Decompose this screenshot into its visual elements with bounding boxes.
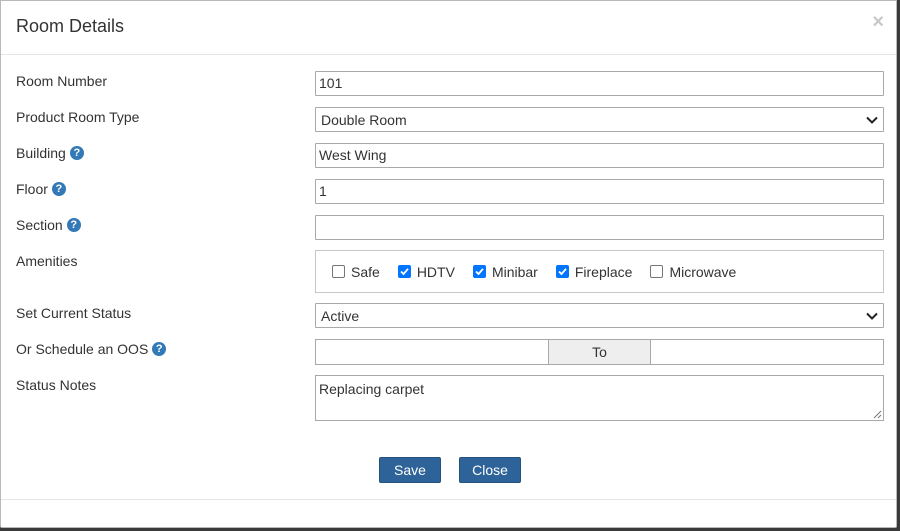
product-room-type-label: Product Room Type xyxy=(16,109,139,125)
help-icon[interactable]: ? xyxy=(66,218,81,232)
room-details-dialog: Room Details × Room Number 101 Product R… xyxy=(0,0,897,528)
status-notes-value: Replacing carpet xyxy=(319,381,425,397)
product-room-type-value: Double Room xyxy=(321,111,407,128)
current-status-label: Set Current Status xyxy=(16,305,131,321)
fireplace-checkbox[interactable] xyxy=(555,265,569,278)
amenities-group: Safe HDTV Minibar Fireplace Microwave xyxy=(315,250,884,293)
amenity-fireplace[interactable]: Fireplace xyxy=(555,263,633,280)
checkmark-icon xyxy=(400,268,409,276)
amenity-safe[interactable]: Safe xyxy=(332,264,380,280)
dialog-title: Room Details xyxy=(16,16,125,36)
amenity-minibar[interactable]: Minibar xyxy=(472,263,538,280)
amenity-label: Safe xyxy=(351,263,380,280)
floor-label-text: Floor xyxy=(16,181,48,197)
amenity-hdtv[interactable]: HDTV xyxy=(397,263,455,280)
oos-to-label: To xyxy=(592,344,607,360)
room-number-label: Room Number xyxy=(16,73,107,89)
microwave-checkbox[interactable] xyxy=(650,265,664,278)
chevron-down-icon xyxy=(866,312,878,320)
building-label-text: Building xyxy=(16,145,66,161)
building-label: Building ? xyxy=(16,145,84,161)
room-number-label-text: Room Number xyxy=(16,73,108,89)
help-icon[interactable]: ? xyxy=(51,182,66,196)
amenity-label: Minibar xyxy=(491,263,538,280)
section-label: Section ? xyxy=(16,217,81,233)
minibar-checkbox[interactable] xyxy=(472,265,486,278)
checkmark-icon xyxy=(475,268,484,276)
schedule-oos-range: To xyxy=(315,339,884,365)
chevron-down-icon xyxy=(866,116,878,124)
save-button[interactable]: Save xyxy=(379,457,441,483)
amenities-label: Amenities xyxy=(16,253,77,269)
help-icon[interactable]: ? xyxy=(152,342,167,356)
status-notes-label: Status Notes xyxy=(16,377,96,393)
section-input[interactable] xyxy=(315,215,884,240)
schedule-oos-label: Or Schedule an OOS ? xyxy=(16,341,167,357)
dialog-header: Room Details × xyxy=(1,1,896,55)
product-room-type-label-text: Product Room Type xyxy=(16,109,140,125)
current-status-select[interactable]: Active xyxy=(315,303,884,328)
schedule-oos-label-text: Or Schedule an OOS xyxy=(16,341,149,357)
building-value: West Wing xyxy=(319,147,387,163)
floor-label: Floor ? xyxy=(16,181,66,197)
building-input[interactable]: West Wing xyxy=(315,143,884,168)
hdtv-checkbox[interactable] xyxy=(397,265,411,278)
oos-to-input[interactable] xyxy=(650,339,884,365)
footer-divider xyxy=(1,499,896,500)
amenity-label: Microwave xyxy=(669,263,737,280)
resize-handle-icon[interactable] xyxy=(873,410,882,419)
amenity-label: Fireplace xyxy=(574,263,633,280)
floor-value: 1 xyxy=(319,183,327,199)
oos-from-input[interactable] xyxy=(315,339,549,365)
status-notes-textarea[interactable]: Replacing carpet xyxy=(315,375,884,421)
amenity-microwave[interactable]: Microwave xyxy=(650,264,736,280)
room-number-value: 101 xyxy=(319,75,343,91)
section-label-text: Section xyxy=(16,217,63,233)
close-icon[interactable]: × xyxy=(872,11,884,33)
current-status-value: Active xyxy=(321,307,360,324)
status-notes-label-text: Status Notes xyxy=(16,377,97,393)
room-number-input[interactable]: 101 xyxy=(315,71,884,96)
amenity-label: HDTV xyxy=(416,263,455,280)
checkmark-icon xyxy=(558,268,567,276)
amenities-label-text: Amenities xyxy=(16,253,78,269)
current-status-label-text: Set Current Status xyxy=(16,305,132,321)
product-room-type-select[interactable]: Double Room xyxy=(315,107,884,132)
close-button[interactable]: Close xyxy=(459,457,521,483)
help-icon[interactable]: ? xyxy=(69,146,84,160)
safe-checkbox[interactable] xyxy=(332,265,345,278)
floor-input[interactable]: 1 xyxy=(315,179,884,204)
oos-to-addon: To xyxy=(549,339,650,365)
